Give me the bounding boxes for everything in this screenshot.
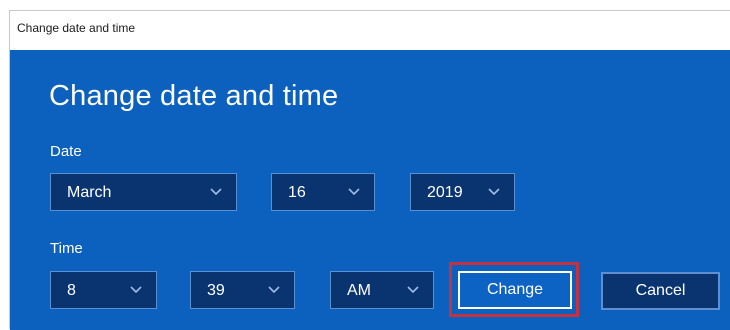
chevron-down-icon xyxy=(348,188,360,196)
window-title: Change date and time xyxy=(17,21,136,35)
day-value: 16 xyxy=(288,184,306,201)
page-title: Change date and time xyxy=(49,80,339,112)
ampm-value: AM xyxy=(347,282,371,299)
chevron-down-icon xyxy=(210,188,222,196)
year-dropdown[interactable]: 2019 xyxy=(410,173,515,211)
date-label: Date xyxy=(50,143,82,160)
chevron-down-icon xyxy=(407,286,419,294)
hour-value: 8 xyxy=(67,282,76,299)
chevron-down-icon xyxy=(268,286,280,294)
year-value: 2019 xyxy=(427,184,463,201)
hour-dropdown[interactable]: 8 xyxy=(50,271,157,309)
chevron-down-icon xyxy=(488,188,500,196)
change-button[interactable]: Change xyxy=(458,271,572,309)
dialog-panel: Change date and time Date March 16 2019 … xyxy=(10,50,730,330)
day-dropdown[interactable]: 16 xyxy=(271,173,375,211)
month-value: March xyxy=(67,184,112,201)
month-dropdown[interactable]: March xyxy=(50,173,237,211)
ampm-dropdown[interactable]: AM xyxy=(330,271,434,309)
chevron-down-icon xyxy=(130,286,142,294)
time-label: Time xyxy=(50,240,83,257)
title-bar: Change date and time xyxy=(10,11,730,49)
change-date-time-window: Change date and time Change date and tim… xyxy=(9,10,730,330)
minute-value: 39 xyxy=(207,282,225,299)
cancel-button[interactable]: Cancel xyxy=(601,272,720,310)
minute-dropdown[interactable]: 39 xyxy=(190,271,295,309)
